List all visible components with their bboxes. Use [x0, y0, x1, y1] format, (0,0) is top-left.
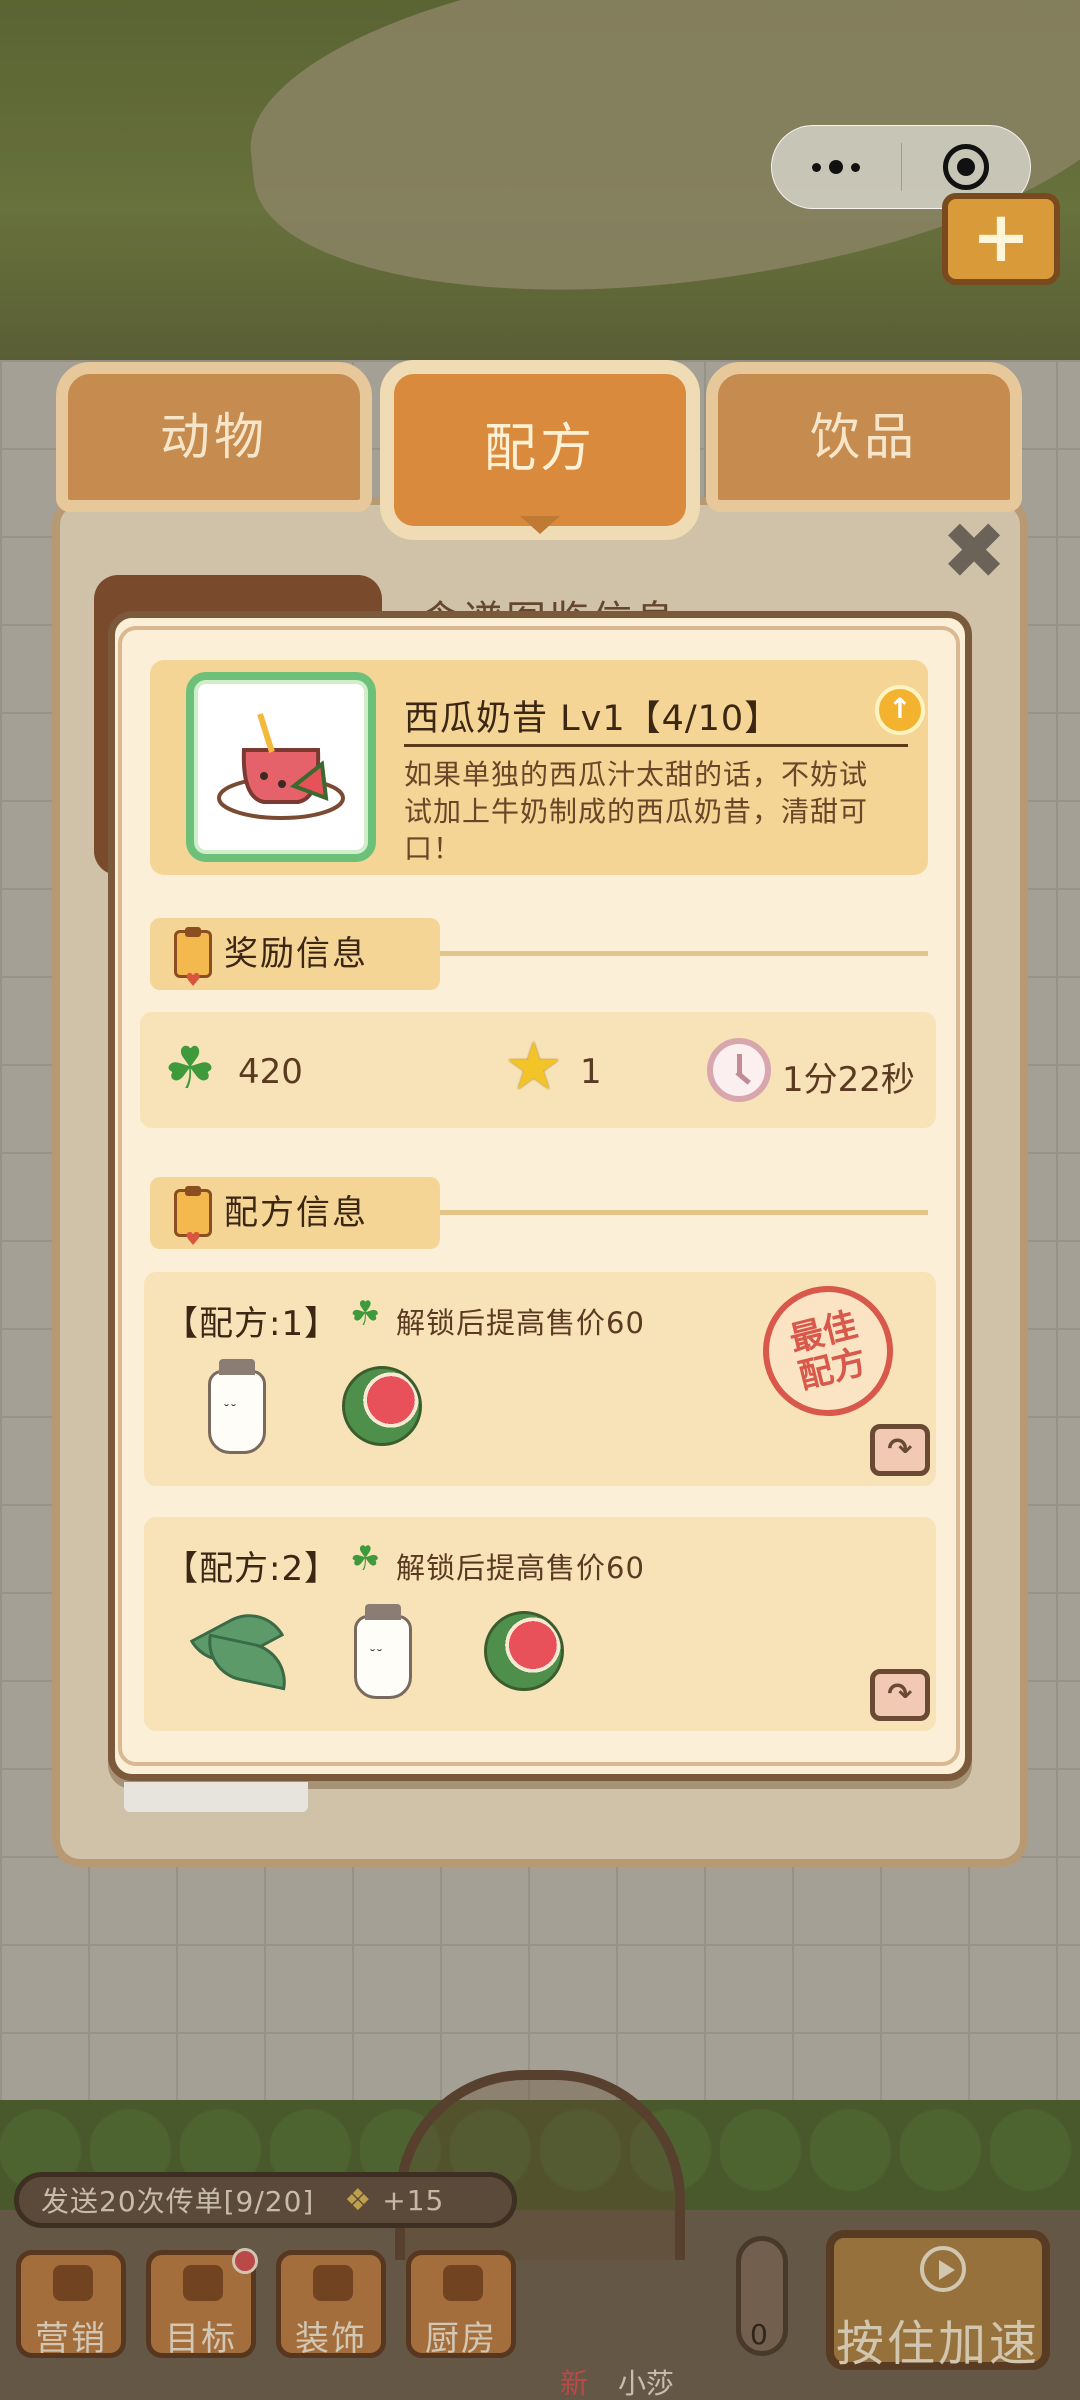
share-icon[interactable]: ↷ [870, 1424, 930, 1476]
more-button[interactable] [772, 126, 901, 208]
item-description: 如果单独的西瓜汁太甜的话，不妨试试加上牛奶制成的西瓜奶昔，清甜可口！ [404, 758, 869, 865]
watermelon-icon [484, 1611, 564, 1691]
item-name: 西瓜奶昔 Lv1【4/10】 [404, 699, 781, 739]
milk-bottle-icon [208, 1359, 266, 1454]
recipe-bonus: 解锁后提高售价60 [396, 1551, 645, 1585]
tea-leaf-icon [189, 1600, 294, 1692]
reward-section-header: 奖励信息 [150, 918, 440, 1017]
recipe-section-header: 配方信息 [150, 1177, 440, 1276]
tab-recipe[interactable]: 配方 [380, 360, 700, 540]
star-icon: ★ [504, 1028, 564, 1105]
clipboard-icon [174, 927, 212, 1017]
share-icon[interactable]: ↷ [870, 1669, 930, 1721]
recipe-section-title: 配方信息 [224, 1193, 368, 1233]
tab-animals[interactable]: 动物 [56, 362, 372, 512]
exit-icon [942, 144, 989, 190]
tab-active-indicator [520, 516, 560, 534]
arrow-up-icon[interactable]: ↑ [875, 685, 925, 735]
section-divider [440, 951, 928, 956]
recipe-label: 【配方:1】 [164, 1304, 340, 1344]
more-icon [812, 160, 861, 174]
recipe-label: 【配方:2】 [164, 1549, 340, 1589]
clock-icon [707, 1038, 771, 1102]
watermelon-icon [342, 1366, 422, 1446]
milk-bottle-icon [354, 1604, 412, 1699]
clipboard-icon [174, 1186, 212, 1276]
clover-reward-value: 420 [238, 1052, 303, 1092]
time-reward-value: 1分22秒 [782, 1060, 915, 1100]
reward-section-title: 奖励信息 [224, 934, 368, 974]
clover-icon: ☘ [164, 1034, 216, 1102]
watermelon-smoothie-icon [186, 672, 376, 862]
clover-icon: ☘ [350, 1294, 381, 1334]
recipe-bonus: 解锁后提高售价60 [396, 1306, 645, 1340]
item-name-underline [404, 744, 908, 747]
leaf-shape [200, 1633, 294, 1691]
close-button[interactable]: ✖ [940, 513, 1008, 591]
add-button[interactable]: + [942, 193, 1060, 285]
star-reward-value: 1 [580, 1052, 602, 1092]
section-divider [440, 1210, 928, 1215]
tab-drinks[interactable]: 饮品 [706, 362, 1022, 512]
clover-icon: ☘ [350, 1539, 381, 1579]
panel-bottom-tab [124, 1782, 308, 1812]
smoothie-illustration [217, 713, 345, 820]
